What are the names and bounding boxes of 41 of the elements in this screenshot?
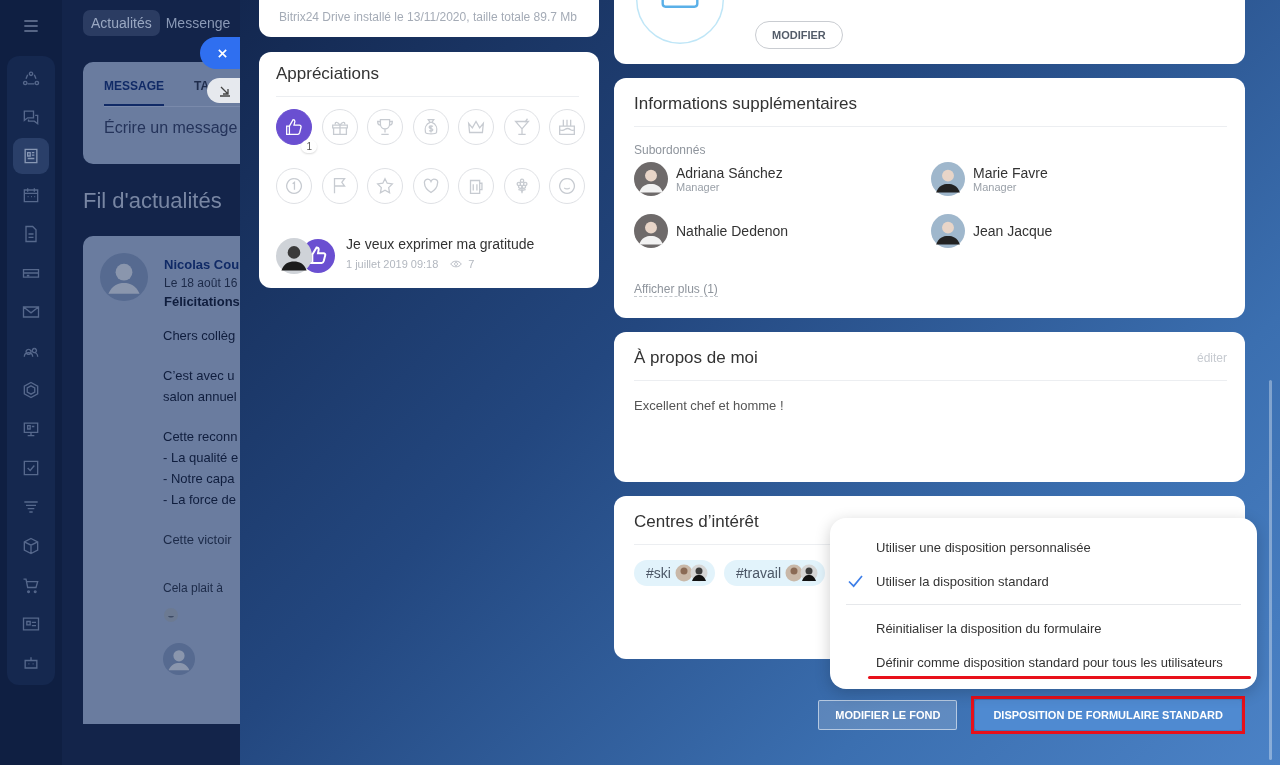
- message-field[interactable]: Écrire un message: [104, 119, 240, 137]
- post-text: - La force de: [163, 491, 237, 509]
- action-button[interactable]: MODIFIER LE FOND: [818, 700, 958, 730]
- appreciation-text[interactable]: Je veux exprimer ma gratitude: [346, 236, 535, 252]
- interest-tag[interactable]: #travail: [723, 560, 826, 586]
- interest-tag[interactable]: #ski: [634, 560, 715, 586]
- person-name[interactable]: Adriana Sánchez: [676, 165, 783, 181]
- menu-item[interactable]: Utiliser une disposition personnalisée: [830, 530, 1257, 564]
- modify-button[interactable]: MODIFIER: [755, 21, 843, 49]
- section-label: Subordonnés: [634, 143, 707, 157]
- post-text: salon annuel: [163, 388, 238, 406]
- post-text: Cette victoir: [163, 531, 233, 549]
- post-text: Cette reconn: [163, 428, 239, 446]
- feed-tab[interactable]: Messenge: [163, 10, 233, 36]
- post-text: - Notre capa: [163, 470, 236, 488]
- menu-item[interactable]: Définir comme disposition standard pour tous les utilisateurs: [830, 645, 1257, 679]
- about-text: Excellent chef et homme !: [634, 398, 785, 413]
- feed-tab[interactable]: Actualités: [83, 10, 160, 36]
- badge-count: 1: [301, 140, 317, 153]
- person-role: Manager: [676, 181, 721, 193]
- appreciation-date: 1 juillet 2019 09:18: [346, 258, 439, 270]
- card-title: Appréciations: [276, 64, 380, 84]
- person-name[interactable]: Nathalie Dedenon: [676, 223, 789, 239]
- menu-item[interactable]: Utiliser la disposition standard: [830, 564, 1257, 598]
- card-title: Informations supplémentaires: [634, 94, 858, 114]
- person-name[interactable]: Jean Jacque: [973, 223, 1053, 239]
- post-text: - La qualité e: [163, 449, 240, 467]
- post-date: Le 18 août 16: [164, 276, 239, 290]
- view-count: 7: [468, 258, 475, 270]
- likes-text: Cela plait à: [163, 581, 225, 595]
- menu-item[interactable]: Réinitialiser la disposition du formulaire: [830, 611, 1257, 645]
- post-text: C’est avec u: [163, 367, 236, 385]
- action-button[interactable]: DISPOSITION DE FORMULAIRE STANDARD: [975, 700, 1241, 730]
- person-role: Manager: [973, 181, 1018, 193]
- feed-title: Fil d'actualités: [83, 188, 223, 214]
- drive-note: Bitrix24 Drive installé le 13/11/2020, taille totale 89.7 Mb: [279, 10, 577, 24]
- person-name[interactable]: Marie Favre: [973, 165, 1048, 181]
- card-title: À propos de moi: [634, 348, 758, 368]
- post-text: Chers collèg: [163, 327, 237, 345]
- post-heading: Félicitations: [164, 294, 240, 309]
- card-title: Centres d’intérêt: [634, 512, 760, 532]
